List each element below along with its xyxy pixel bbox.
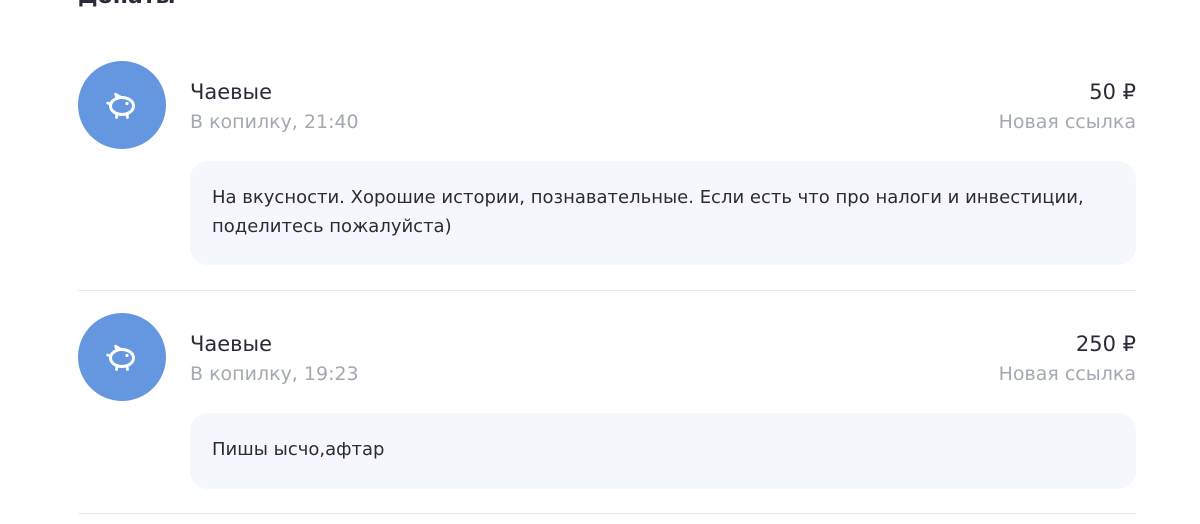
piggy-bank-icon <box>105 91 139 119</box>
divider <box>78 290 1136 291</box>
transaction-title: Чаевые <box>190 332 273 356</box>
avatar <box>78 313 166 401</box>
transaction-link-label: Новая ссылка <box>998 111 1136 133</box>
avatar <box>78 61 166 149</box>
piggy-bank-icon <box>105 343 139 371</box>
transaction-comment: На вкусности. Хорошие истории, познавате… <box>190 161 1136 265</box>
transaction-subtitle: В копилку, 19:23 <box>190 363 359 385</box>
transaction-link-label: Новая ссылка <box>998 363 1136 385</box>
divider <box>78 513 1136 514</box>
section-title: Донаты <box>78 0 175 8</box>
transaction-amount: 50 ₽ <box>1089 80 1136 104</box>
transaction-subtitle: В копилку, 21:40 <box>190 111 359 133</box>
transaction-comment: Пишы ысчо,афтар <box>190 413 1136 489</box>
transaction-amount: 250 ₽ <box>1075 332 1136 356</box>
transaction-title: Чаевые <box>190 80 273 104</box>
